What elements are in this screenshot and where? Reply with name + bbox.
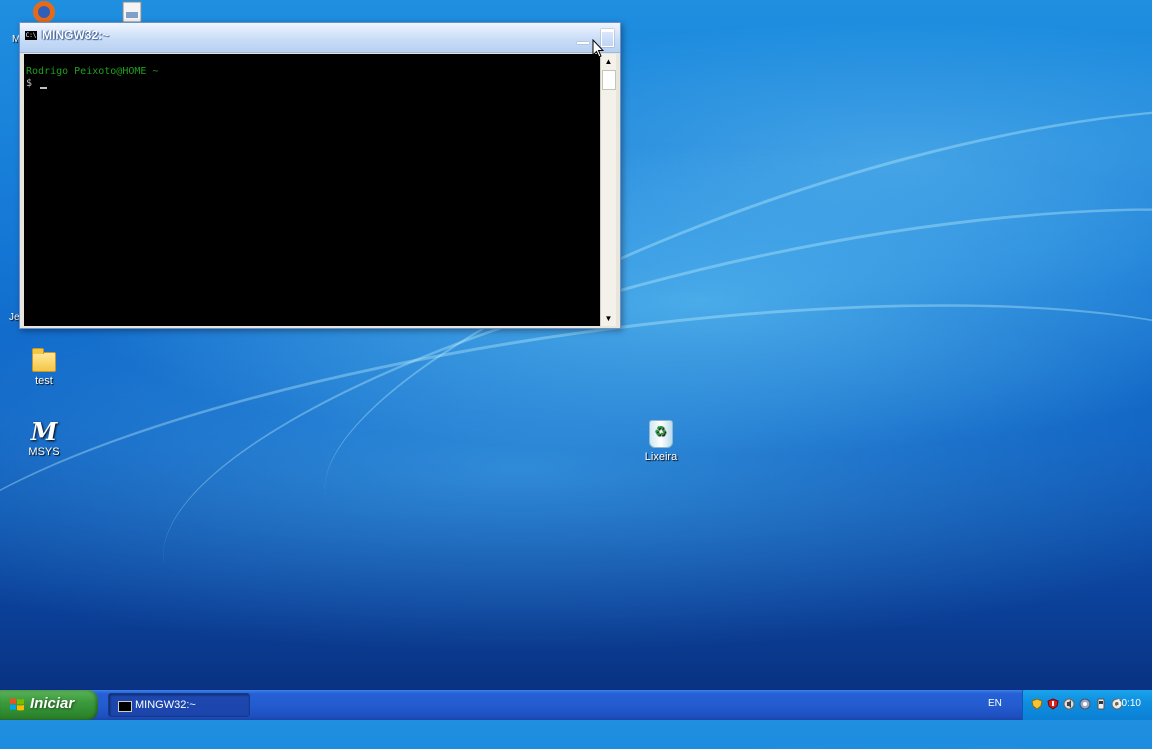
text-cursor [40,87,47,89]
shield-icon[interactable] [1031,698,1043,710]
desktop-icon-test[interactable]: test [9,348,79,387]
document-icon[interactable] [120,0,148,24]
window-title: MINGW32:~ [42,28,110,42]
start-button[interactable]: Iniciar [0,690,98,720]
firefox-icon[interactable] [30,0,58,24]
security-alert-icon[interactable] [1047,698,1059,710]
clock[interactable]: 10:10 [1116,698,1141,709]
terminal-output[interactable]: Rodrigo Peixoto@HOME ~ $ [24,54,602,326]
console-icon[interactable]: C:\ [25,31,37,40]
scrollbar-thumb[interactable] [602,70,616,90]
window-titlebar[interactable]: C:\ MINGW32:~ [20,23,620,53]
desktop-icon-recycle-bin[interactable]: Lixeira [626,420,696,463]
language-indicator[interactable]: EN [988,698,1002,709]
scroll-down-arrow-icon[interactable]: ▼ [601,311,616,326]
taskbar: Iniciar MINGW32:~ EN 10:10 [0,689,1152,720]
vertical-scrollbar[interactable]: ▲ ▼ [600,54,616,326]
usb-device-icon[interactable] [1095,698,1107,710]
minimize-button[interactable] [575,26,593,48]
desktop-icon-label: Lixeira [644,451,678,463]
folder-icon [32,348,56,372]
desktop-icon-label: MSYS [28,446,60,458]
console-window[interactable]: C:\ MINGW32:~ Rodrigo Peixoto@HOME ~ $ ▲… [19,22,621,329]
mouse-pointer-icon [592,39,604,58]
terminal-prompt-line: Rodrigo Peixoto@HOME ~ [26,66,159,77]
partial-icon-label: Je [9,312,20,323]
start-label: Iniciar [30,695,75,712]
volume-icon[interactable] [1063,698,1075,710]
desktop-icon-msys[interactable]: M MSYS [9,417,79,459]
network-icon[interactable] [1079,698,1091,710]
msys-icon: M [30,417,58,446]
system-tray: 10:10 [1022,690,1152,720]
recycle-bin-icon [649,420,673,448]
taskbar-item-mingw32[interactable]: MINGW32:~ [108,693,250,717]
taskbar-item-label: MINGW32:~ [135,699,196,711]
windows-logo-icon [10,698,24,711]
console-icon [118,701,132,712]
terminal-dollar-sign: $ [26,78,33,89]
desktop-icon-label: test [35,375,53,387]
